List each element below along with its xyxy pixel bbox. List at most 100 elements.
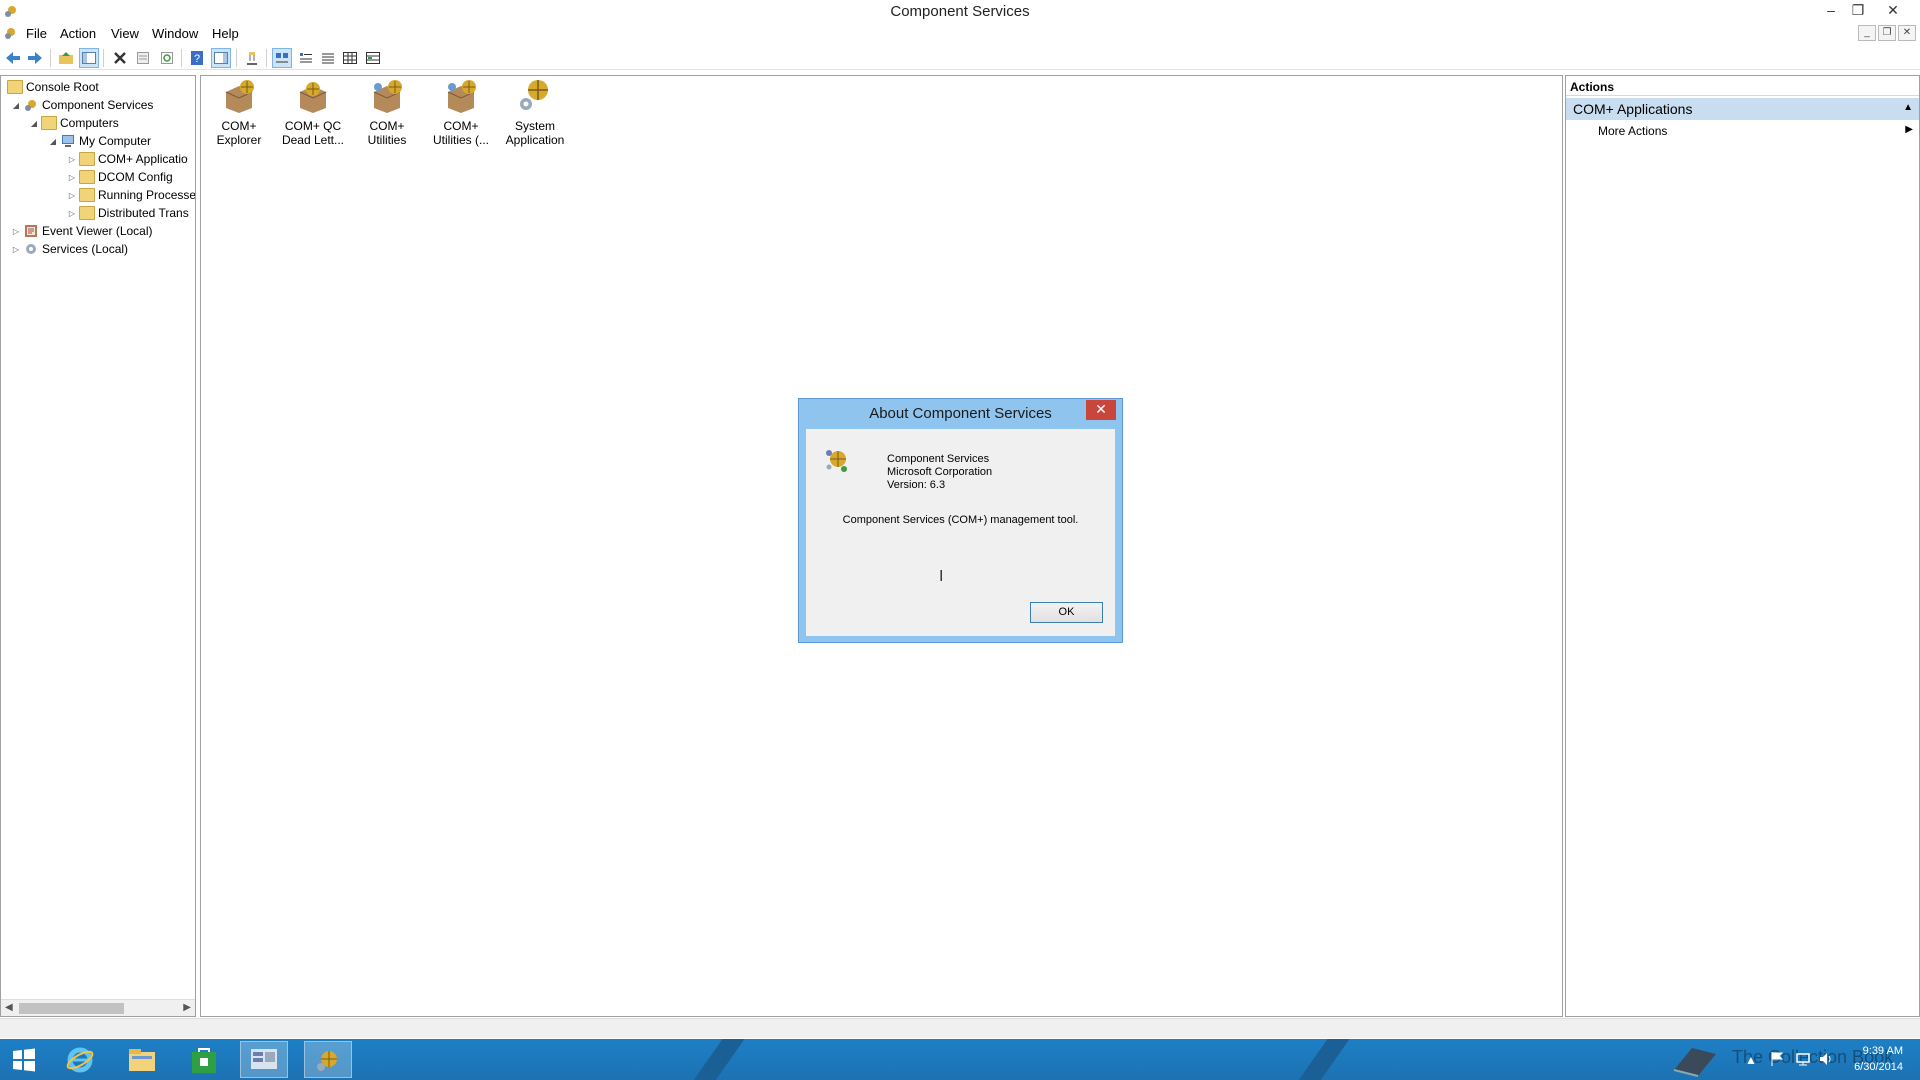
book-logo-icon <box>1673 1048 1716 1077</box>
server-manager-icon <box>251 1048 277 1069</box>
scrollbar-thumb[interactable] <box>19 1003 124 1014</box>
tree-item-event-viewer[interactable]: ▷ Event Viewer (Local) <box>11 222 153 240</box>
list-view-icon[interactable] <box>318 48 338 68</box>
folder-icon <box>7 80 23 94</box>
tree-item-component-services[interactable]: ◢ Component Services <box>11 96 153 114</box>
clock-time[interactable]: 9:39 AM <box>1848 1045 1903 1057</box>
tree-item-label: COM+ Applicatio <box>98 152 188 166</box>
child-minimize-icon[interactable]: _ <box>1858 25 1876 41</box>
show-hide-console-tree-icon[interactable] <box>79 48 99 68</box>
toolbar-separator <box>181 49 182 67</box>
collapse-arrow-icon[interactable]: ◢ <box>48 137 58 146</box>
tree-item-computers[interactable]: ◢ Computers <box>29 114 119 132</box>
scroll-left-icon[interactable]: ◀ <box>5 1002 13 1013</box>
console-tree[interactable]: Console Root ◢ Component Services ◢ Comp… <box>0 75 196 1017</box>
taskbar-component-services[interactable] <box>304 1041 352 1078</box>
delete-icon[interactable] <box>110 48 130 68</box>
item-label: COM+ <box>369 119 405 133</box>
small-icons-view-icon[interactable] <box>296 48 316 68</box>
restore-button[interactable]: ❐ <box>1845 0 1871 22</box>
up-folder-icon[interactable] <box>56 48 76 68</box>
refresh-icon[interactable] <box>157 48 177 68</box>
forward-icon[interactable] <box>25 48 45 68</box>
tree-item-dcom-config[interactable]: ▷ DCOM Config <box>67 168 173 186</box>
menu-help[interactable]: Help <box>212 26 239 41</box>
item-com-utilities-32bit[interactable]: COM+ Utilities (... <box>425 78 497 147</box>
taskbar-store[interactable] <box>180 1041 228 1078</box>
dialog-close-button[interactable]: ✕ <box>1086 400 1116 420</box>
toolbar-separator <box>50 49 51 67</box>
tree-item-services[interactable]: ▷ Services (Local) <box>11 240 128 258</box>
item-system-application[interactable]: System Application <box>499 78 571 147</box>
start-button[interactable] <box>0 1041 48 1078</box>
child-close-icon[interactable]: ✕ <box>1898 25 1916 41</box>
network-icon[interactable] <box>1795 1051 1811 1067</box>
tree-item-distributed-transactions[interactable]: ▷ Distributed Trans <box>67 204 189 222</box>
collapse-arrow-icon[interactable]: ◢ <box>11 101 21 110</box>
more-actions-item[interactable]: More Actions ▶ <box>1566 120 1919 140</box>
expand-arrow-icon[interactable]: ▷ <box>11 245 21 254</box>
scroll-right-icon[interactable]: ▶ <box>183 1002 191 1013</box>
menu-view[interactable]: View <box>111 26 139 41</box>
status-view-icon[interactable] <box>363 48 383 68</box>
ok-button[interactable]: OK <box>1030 602 1103 623</box>
export-list-icon[interactable] <box>242 48 262 68</box>
expand-arrow-icon[interactable]: ▷ <box>67 191 77 200</box>
menu-file[interactable]: File <box>26 26 47 41</box>
folder-icon <box>79 170 95 184</box>
tree-item-label: Console Root <box>26 80 99 94</box>
collapse-arrow-icon[interactable]: ◢ <box>29 119 39 128</box>
item-label: COM+ <box>443 119 479 133</box>
tree-item-label: My Computer <box>79 134 152 148</box>
detail-view-icon[interactable] <box>340 48 360 68</box>
company-name: Microsoft Corporation <box>887 466 993 478</box>
about-dialog: About Component Services ✕ Component Ser… <box>798 398 1123 643</box>
taskbar-file-explorer[interactable] <box>118 1041 166 1078</box>
product-name: Component Services <box>887 453 990 465</box>
large-icons-view-icon[interactable] <box>272 48 292 68</box>
actions-pane: Actions COM+ Applications ▲ More Actions… <box>1565 75 1920 1017</box>
expand-arrow-icon[interactable]: ▷ <box>67 155 77 164</box>
computer-icon <box>62 135 74 147</box>
action-center-flag-icon[interactable] <box>1770 1051 1784 1067</box>
properties-icon[interactable] <box>133 48 153 68</box>
menu-window[interactable]: Window <box>152 26 198 41</box>
item-label: COM+ <box>221 119 257 133</box>
expand-arrow-icon[interactable]: ▷ <box>67 173 77 182</box>
tree-item-com-applications[interactable]: ▷ COM+ Applicatio <box>67 150 188 168</box>
folder-icon <box>79 188 95 202</box>
taskbar-server-manager[interactable] <box>240 1041 288 1078</box>
section-label: COM+ Applications <box>1573 101 1693 117</box>
taskbar-internet-explorer[interactable] <box>56 1041 104 1078</box>
item-com-explorer[interactable]: COM+ Explorer <box>203 78 275 147</box>
component-services-icon <box>826 450 847 472</box>
item-com-qc-dead-letter[interactable]: COM+ QC Dead Lett... <box>277 78 349 147</box>
menu-action[interactable]: Action <box>60 26 96 41</box>
submenu-arrow-icon: ▶ <box>1905 124 1913 135</box>
item-com-utilities[interactable]: COM+ Utilities <box>351 78 423 147</box>
help-icon[interactable]: ? <box>187 48 207 68</box>
folder-icon <box>41 116 57 130</box>
show-hide-action-pane-icon[interactable] <box>211 48 231 68</box>
more-actions-label: More Actions <box>1598 124 1668 138</box>
actions-section-com-applications[interactable]: COM+ Applications ▲ <box>1566 98 1919 120</box>
dialog-title: About Component Services <box>869 405 1052 422</box>
folder-icon <box>79 206 95 220</box>
title-bar: Component Services – ❐ ✕ <box>0 0 1920 24</box>
volume-icon[interactable] <box>1818 1051 1834 1067</box>
child-restore-icon[interactable]: ❐ <box>1878 25 1896 41</box>
tree-horizontal-scrollbar[interactable]: ◀ ▶ <box>1 999 195 1016</box>
item-label: Utilities <box>367 133 407 147</box>
mmc-icon[interactable] <box>4 27 17 40</box>
tree-item-my-computer[interactable]: ◢ My Computer <box>48 132 151 150</box>
collapse-section-icon[interactable]: ▲ <box>1903 102 1913 113</box>
expand-arrow-icon[interactable]: ▷ <box>67 209 77 218</box>
clock-date[interactable]: 6/30/2014 <box>1848 1061 1903 1073</box>
show-hidden-icons-icon[interactable]: ▲ <box>1745 1053 1757 1067</box>
minimize-button[interactable]: – <box>1818 0 1844 22</box>
tree-item-running-processes[interactable]: ▷ Running Processe <box>67 186 195 204</box>
expand-arrow-icon[interactable]: ▷ <box>11 227 21 236</box>
back-icon[interactable] <box>3 48 23 68</box>
close-button[interactable]: ✕ <box>1880 0 1906 22</box>
tree-item-console-root[interactable]: Console Root <box>5 78 99 96</box>
